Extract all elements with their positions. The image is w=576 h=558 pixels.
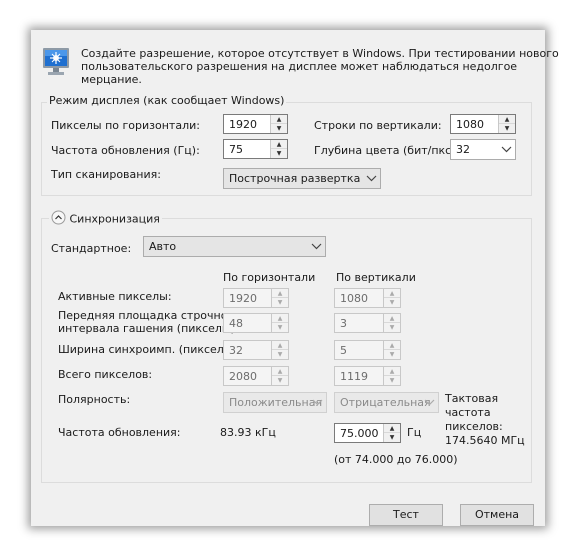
v-lines-spinner[interactable]: 1080 ▲ ▼ — [450, 114, 516, 134]
sync-width-h-spinner: 32 ▲ ▼ — [223, 340, 289, 360]
display-mode-legend: Режим дисплея (как сообщает Windows) — [47, 94, 287, 107]
spin-up-icon: ▲ — [272, 341, 288, 350]
spin-down-icon[interactable]: ▼ — [271, 149, 287, 158]
polarity-h-select: Положительная — [223, 392, 327, 413]
total-pixels-label: Всего пикселов: — [58, 368, 153, 381]
scan-type-value: Построчная развертка — [229, 172, 361, 185]
scan-type-select[interactable]: Построчная развертка — [223, 168, 381, 189]
front-porch-h-value: 48 — [229, 317, 243, 330]
sync-width-v-spinner: 5 ▲ ▼ — [334, 340, 401, 360]
polarity-label: Полярность: — [58, 393, 131, 406]
spin-up-icon: ▲ — [272, 289, 288, 298]
pixel-clock-value: 174.5640 МГц — [445, 434, 525, 447]
col-horizontal-header: По горизонтали — [223, 271, 316, 284]
spin-up-icon[interactable]: ▲ — [499, 115, 515, 124]
front-porch-label-line1: Передняя площадка строчного — [58, 309, 240, 322]
spin-up-icon: ▲ — [384, 314, 400, 323]
header-text-line2: пользовательского разрешения на дисплее … — [81, 60, 518, 73]
h-pixels-value: 1920 — [229, 118, 257, 131]
active-pixels-h-value: 1920 — [229, 292, 257, 305]
spin-up-icon[interactable]: ▲ — [271, 115, 287, 124]
chevron-down-icon — [424, 393, 435, 415]
spin-up-icon[interactable]: ▲ — [384, 424, 400, 433]
spin-down-icon: ▼ — [389, 299, 395, 306]
spin-down-icon: ▼ — [389, 324, 395, 331]
pixel-clock-label-line3: пикселов: — [445, 420, 503, 433]
sync-width-h-value: 32 — [229, 344, 243, 357]
chevron-down-icon — [366, 169, 377, 191]
front-porch-h-spinner: 48 ▲ ▼ — [223, 313, 289, 333]
h-refresh-value: 83.93 кГц — [220, 426, 276, 439]
spin-down-icon[interactable]: ▼ — [384, 433, 400, 442]
spin-down-icon[interactable]: ▼ — [271, 124, 287, 133]
polarity-h-value: Положительная — [229, 396, 323, 409]
spin-down-icon: ▼ — [277, 299, 283, 306]
spin-up-icon: ▲ — [384, 341, 400, 350]
total-pixels-v-spinner: 1119 ▲ ▼ — [334, 366, 401, 386]
refresh-rate-spinner[interactable]: 75 ▲ ▼ — [223, 139, 288, 159]
v-refresh-spinner[interactable]: 75.000 ▲ ▼ — [334, 423, 401, 443]
spin-down-icon: ▼ — [277, 324, 283, 331]
refresh-range-text: (от 74.000 до 76.000) — [334, 453, 458, 466]
v-lines-label: Строки по вертикали: — [314, 119, 442, 132]
monitor-icon — [42, 47, 70, 80]
test-button[interactable]: Тест — [369, 504, 443, 526]
active-pixels-v-spinner: 1080 ▲ ▼ — [334, 288, 401, 308]
total-pixels-v-value: 1119 — [340, 370, 368, 383]
spin-up-icon[interactable]: ▲ — [271, 140, 287, 149]
scan-type-label: Тип сканирования: — [51, 168, 161, 181]
pixel-clock-label-line1: Тактовая — [445, 392, 499, 405]
v-refresh-value: 75.000 — [340, 427, 379, 440]
custom-resolution-dialog: Создайте разрешение, которое отсутствует… — [31, 30, 559, 526]
sync-width-label: Ширина синхроимп. (пикселы): — [58, 343, 241, 356]
spin-down-icon: ▼ — [277, 351, 283, 358]
h-pixels-spinner[interactable]: 1920 ▲ ▼ — [223, 114, 288, 134]
total-pixels-h-spinner: 2080 ▲ ▼ — [223, 366, 289, 386]
col-vertical-header: По вертикали — [336, 271, 416, 284]
color-depth-label: Глубина цвета (бит/пкс): — [314, 144, 460, 157]
chevron-down-icon — [312, 393, 323, 415]
standard-label: Стандартное: — [51, 242, 132, 255]
h-pixels-label: Пикселы по горизонтали: — [51, 119, 200, 132]
polarity-v-value: Отрицательная — [340, 396, 431, 409]
color-depth-value: 32 — [456, 143, 470, 156]
active-pixels-v-value: 1080 — [340, 292, 368, 305]
standard-select[interactable]: Авто — [143, 236, 326, 257]
spin-up-icon: ▲ — [384, 367, 400, 376]
total-pixels-h-value: 2080 — [229, 370, 257, 383]
sync-legend-text: Синхронизация — [69, 212, 160, 226]
front-porch-v-value: 3 — [340, 317, 347, 330]
spin-up-icon: ▲ — [272, 314, 288, 323]
collapse-icon[interactable] — [51, 210, 66, 228]
spin-up-icon: ▲ — [384, 289, 400, 298]
front-porch-label-line2: интервала гашения (пикселы): — [58, 322, 239, 335]
chevron-down-icon — [501, 140, 512, 162]
refresh-rate-label: Частота обновления (Гц): — [51, 144, 200, 157]
active-pixels-label: Активные пикселы: — [58, 290, 172, 303]
v-refresh-unit: Гц — [407, 426, 422, 439]
spin-down-icon[interactable]: ▼ — [499, 124, 515, 133]
spin-down-icon: ▼ — [389, 377, 395, 384]
spin-up-icon: ▲ — [272, 367, 288, 376]
sync-width-v-value: 5 — [340, 344, 347, 357]
active-pixels-h-spinner: 1920 ▲ ▼ — [223, 288, 289, 308]
polarity-v-select: Отрицательная — [334, 392, 439, 413]
chevron-down-icon — [311, 237, 322, 259]
sync-legend[interactable]: Синхронизация — [49, 210, 162, 228]
color-depth-select[interactable]: 32 — [450, 139, 516, 160]
spin-down-icon: ▼ — [389, 351, 395, 358]
front-porch-v-spinner: 3 ▲ ▼ — [334, 313, 401, 333]
refresh-rate-value: 75 — [229, 143, 243, 156]
standard-value: Авто — [149, 240, 177, 253]
v-lines-value: 1080 — [456, 118, 484, 131]
header-text-line3: мерцание. — [81, 73, 142, 86]
cancel-button[interactable]: Отмена — [460, 504, 534, 526]
spin-down-icon: ▼ — [277, 377, 283, 384]
header-text-line1: Создайте разрешение, которое отсутствует… — [81, 47, 559, 60]
sync-refresh-label: Частота обновления: — [58, 426, 181, 439]
pixel-clock-label-line2: частота — [445, 406, 491, 419]
